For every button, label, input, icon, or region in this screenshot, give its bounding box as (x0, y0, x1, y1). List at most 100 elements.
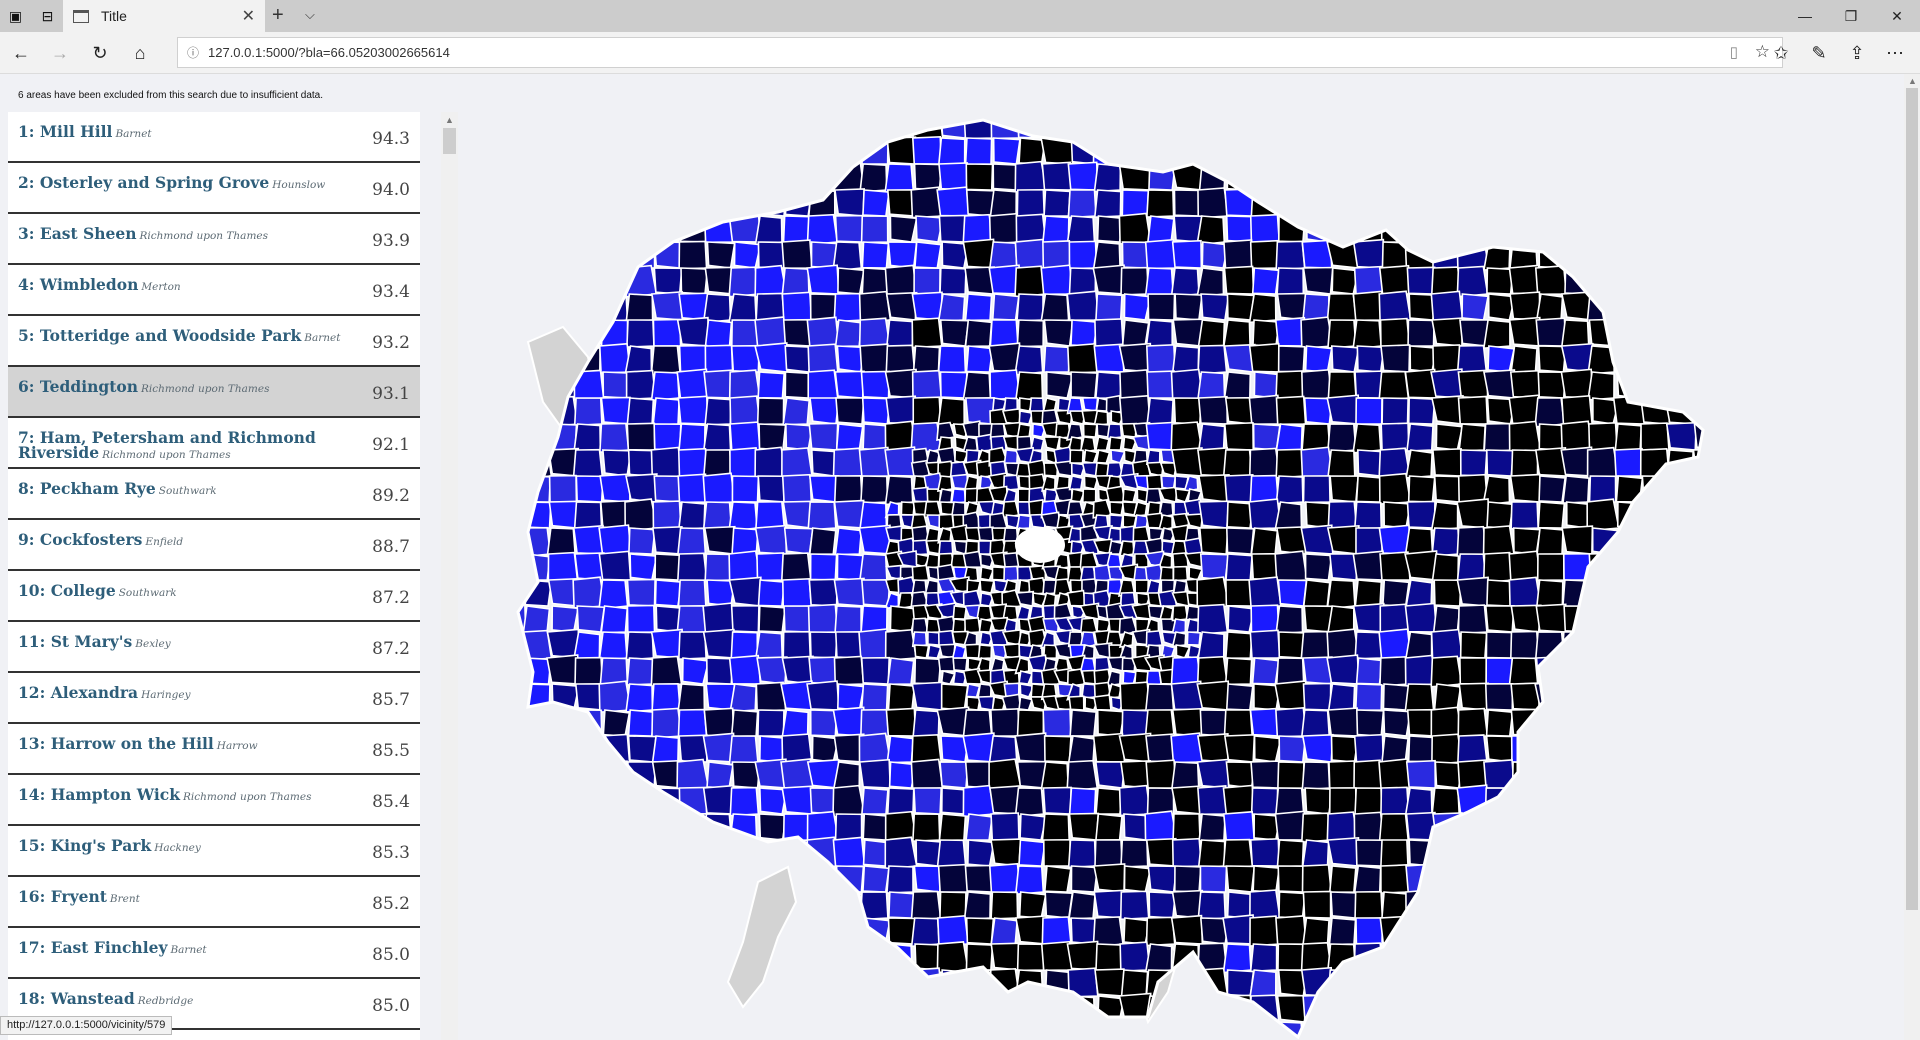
ward-area[interactable] (1666, 605, 1695, 634)
ward-area[interactable] (1432, 448, 1462, 477)
ward-area[interactable] (885, 395, 917, 425)
ward-area[interactable] (1406, 917, 1434, 946)
ward-area[interactable] (497, 112, 524, 141)
ward-area[interactable] (520, 811, 553, 841)
ward-area[interactable] (936, 1018, 970, 1040)
ward-area[interactable] (758, 423, 787, 451)
ward-area[interactable] (952, 657, 969, 672)
ward-area[interactable] (782, 397, 811, 426)
ward-area[interactable] (651, 735, 680, 765)
ward-area[interactable] (599, 239, 631, 271)
ward-area[interactable] (1642, 917, 1671, 945)
ward-area[interactable] (678, 890, 709, 919)
ward-area[interactable] (1122, 488, 1138, 503)
ward-area[interactable] (1432, 994, 1462, 1024)
ward-area[interactable] (1275, 240, 1306, 271)
ward-area[interactable] (1040, 761, 1070, 792)
ward-area[interactable] (1642, 839, 1671, 867)
ward-area[interactable] (1354, 683, 1383, 712)
ward-area[interactable] (1249, 213, 1281, 244)
ward-area[interactable] (677, 708, 708, 739)
ward-area[interactable] (1068, 695, 1085, 711)
ward-area[interactable] (1081, 396, 1099, 412)
ward-area[interactable] (781, 993, 813, 1024)
ward-area[interactable] (733, 189, 762, 217)
ward-area[interactable] (1508, 657, 1539, 688)
ward-area[interactable] (1406, 266, 1436, 295)
share-icon[interactable]: ⇪ (1842, 38, 1872, 68)
ward-area[interactable] (628, 527, 656, 555)
ward-area[interactable] (913, 163, 943, 191)
ward-area[interactable] (1067, 161, 1099, 191)
ward-area[interactable] (1509, 291, 1541, 321)
ward-area[interactable] (1486, 267, 1514, 295)
favorites-icon[interactable]: ✩ (1766, 38, 1796, 68)
ward-area[interactable] (1456, 890, 1488, 922)
result-name[interactable]: 8: Peckham Rye Southwark (18, 481, 348, 499)
ward-area[interactable] (1301, 368, 1334, 401)
ward-area[interactable] (807, 603, 839, 634)
ward-area[interactable] (1613, 969, 1642, 999)
ward-area[interactable] (1563, 709, 1593, 737)
tab-actions-icon[interactable]: ▣ (2, 0, 29, 32)
ward-area[interactable] (991, 293, 1020, 321)
ward-area[interactable] (1664, 498, 1698, 529)
ward-area[interactable] (1118, 342, 1152, 373)
ward-area[interactable] (728, 293, 757, 324)
ward-area[interactable] (1485, 449, 1515, 477)
ward-area[interactable] (1668, 475, 1697, 503)
ward-area[interactable] (650, 628, 684, 659)
ward-area[interactable] (1327, 683, 1356, 713)
ward-area[interactable] (706, 761, 734, 789)
ward-area[interactable] (965, 163, 994, 191)
ward-area[interactable] (1435, 423, 1464, 451)
result-name[interactable]: 2: Osterley and Spring Grove Hounslow (18, 175, 348, 193)
ward-area[interactable] (1667, 189, 1696, 217)
ward-area[interactable] (1404, 940, 1438, 971)
ward-area[interactable] (1094, 371, 1123, 399)
result-row[interactable]: 16: Fryent Brent 85.2 (8, 877, 420, 928)
ward-area[interactable] (1016, 319, 1045, 348)
ward-area[interactable] (651, 683, 682, 713)
ward-area[interactable] (911, 486, 930, 503)
ward-area[interactable] (1171, 889, 1204, 919)
ward-area[interactable] (1665, 213, 1697, 243)
ward-area[interactable] (1485, 995, 1514, 1023)
ward-area[interactable] (1457, 473, 1489, 504)
ward-area[interactable] (1379, 187, 1411, 219)
ward-area[interactable] (781, 267, 810, 297)
ward-area[interactable] (1510, 501, 1539, 530)
ward-area[interactable] (1326, 837, 1360, 867)
ward-area[interactable] (1666, 656, 1696, 686)
ward-area[interactable] (522, 891, 551, 920)
ward-area[interactable] (1222, 784, 1256, 815)
ward-area[interactable] (964, 643, 981, 659)
ward-area[interactable] (1093, 163, 1122, 193)
ward-area[interactable] (1482, 215, 1513, 246)
ward-area[interactable] (833, 941, 866, 971)
ward-area[interactable] (599, 189, 628, 219)
ward-area[interactable] (1664, 241, 1695, 272)
ward-area[interactable] (730, 604, 760, 633)
ward-area[interactable] (1069, 709, 1098, 737)
ward-area[interactable] (1095, 449, 1111, 464)
ward-area[interactable] (703, 993, 735, 1026)
ward-area[interactable] (1666, 630, 1696, 660)
ward-area[interactable] (1690, 680, 1722, 712)
ward-area[interactable] (548, 474, 578, 503)
ward-area[interactable] (938, 162, 969, 191)
result-name[interactable]: 13: Harrow on the Hill Harrow (18, 736, 348, 754)
ward-area[interactable] (1042, 838, 1072, 867)
ward-area[interactable] (806, 316, 840, 348)
ward-area[interactable] (1275, 423, 1303, 453)
ward-area[interactable] (1537, 137, 1566, 165)
ward-area[interactable] (1172, 565, 1189, 582)
ward-area[interactable] (1069, 449, 1084, 464)
ward-area[interactable] (1587, 631, 1616, 661)
ward-area[interactable] (1615, 475, 1644, 503)
ward-area[interactable] (1145, 137, 1173, 167)
ward-area[interactable] (835, 423, 864, 451)
ward-area[interactable] (964, 319, 993, 348)
ward-area[interactable] (677, 501, 706, 531)
ward-area[interactable] (1693, 995, 1721, 1023)
